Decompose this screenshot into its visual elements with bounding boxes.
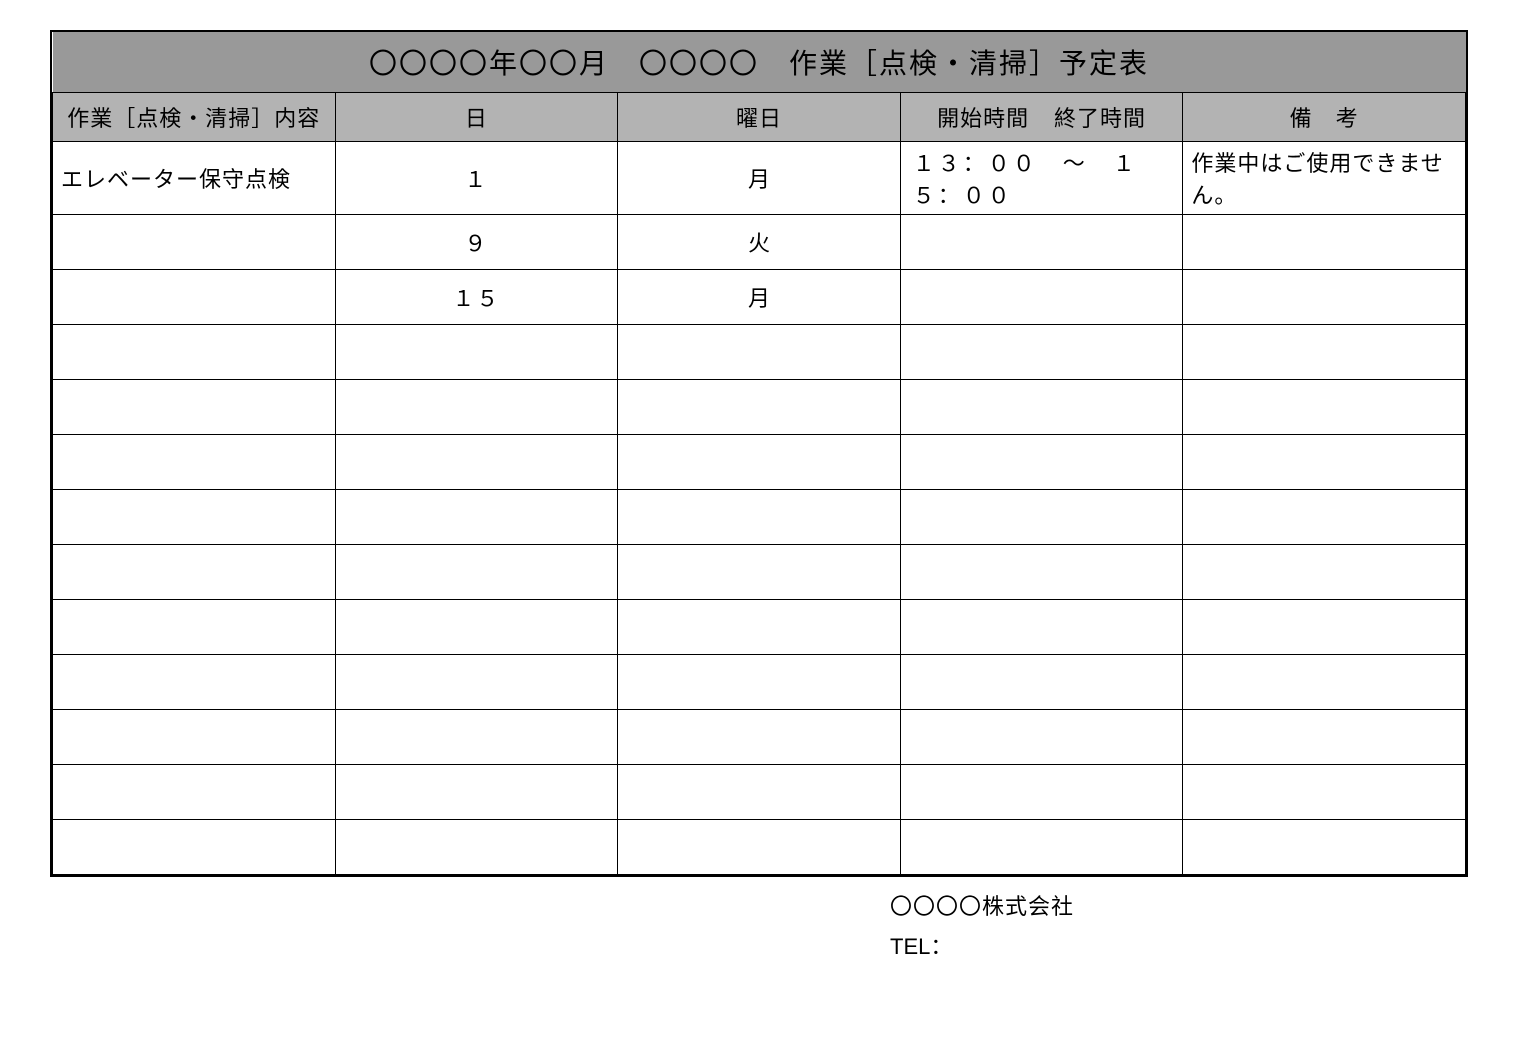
cell-dow (618, 490, 901, 545)
table-row (53, 600, 1466, 655)
cell-content (53, 600, 336, 655)
cell-dow: 月 (618, 270, 901, 325)
cell-note (1183, 490, 1466, 545)
cell-time (900, 215, 1183, 270)
header-note: 備 考 (1183, 93, 1466, 142)
cell-content (53, 545, 336, 600)
cell-content (53, 710, 336, 765)
cell-time: １３：００ ～ １５：００ (900, 142, 1183, 215)
table-row (53, 380, 1466, 435)
cell-note (1183, 765, 1466, 820)
cell-day (335, 655, 618, 710)
cell-content (53, 820, 336, 875)
cell-time (900, 380, 1183, 435)
cell-day (335, 545, 618, 600)
cell-content (53, 490, 336, 545)
page-title: 〇〇〇〇年〇〇月 〇〇〇〇 作業［点検・清掃］予定表 (53, 32, 1466, 93)
cell-dow (618, 765, 901, 820)
table-body: エレベーター保守点検１月１３：００ ～ １５：００作業中はご使用できません。９火… (53, 142, 1466, 875)
cell-note (1183, 325, 1466, 380)
cell-note (1183, 655, 1466, 710)
table-row (53, 325, 1466, 380)
cell-day (335, 380, 618, 435)
table-row (53, 655, 1466, 710)
cell-content (53, 325, 336, 380)
cell-content (53, 215, 336, 270)
cell-time (900, 655, 1183, 710)
header-row: 作業［点検・清掃］内容 日 曜日 開始時間 終了時間 備 考 (53, 93, 1466, 142)
cell-day: １ (335, 142, 618, 215)
header-start-time: 開始時間 (937, 101, 1029, 133)
schedule-table: 〇〇〇〇年〇〇月 〇〇〇〇 作業［点検・清掃］予定表 作業［点検・清掃］内容 日… (52, 32, 1466, 875)
header-time: 開始時間 終了時間 (900, 93, 1183, 142)
table-row: エレベーター保守点検１月１３：００ ～ １５：００作業中はご使用できません。 (53, 142, 1466, 215)
cell-dow (618, 710, 901, 765)
cell-day (335, 765, 618, 820)
schedule-table-container: 〇〇〇〇年〇〇月 〇〇〇〇 作業［点検・清掃］予定表 作業［点検・清掃］内容 日… (50, 30, 1468, 877)
cell-day (335, 600, 618, 655)
cell-dow: 月 (618, 142, 901, 215)
cell-day (335, 325, 618, 380)
cell-content: エレベーター保守点検 (53, 142, 336, 215)
cell-time (900, 270, 1183, 325)
cell-time (900, 710, 1183, 765)
title-row: 〇〇〇〇年〇〇月 〇〇〇〇 作業［点検・清掃］予定表 (53, 32, 1466, 93)
cell-note (1183, 545, 1466, 600)
cell-note (1183, 380, 1466, 435)
tel-label: TEL： (890, 934, 952, 959)
table-row: １５月 (53, 270, 1466, 325)
table-row (53, 435, 1466, 490)
cell-dow (618, 325, 901, 380)
cell-dow (618, 435, 901, 490)
table-row (53, 710, 1466, 765)
cell-day: １５ (335, 270, 618, 325)
cell-day (335, 820, 618, 875)
cell-dow (618, 545, 901, 600)
header-content: 作業［点検・清掃］内容 (53, 93, 336, 142)
cell-time (900, 765, 1183, 820)
cell-day (335, 435, 618, 490)
cell-dow (618, 655, 901, 710)
cell-note (1183, 215, 1466, 270)
cell-note (1183, 820, 1466, 875)
cell-content (53, 435, 336, 490)
header-day: 日 (335, 93, 618, 142)
cell-content (53, 270, 336, 325)
cell-day: ９ (335, 215, 618, 270)
cell-note: 作業中はご使用できません。 (1183, 142, 1466, 215)
table-row (53, 820, 1466, 875)
table-row (53, 545, 1466, 600)
cell-day (335, 710, 618, 765)
cell-dow: 火 (618, 215, 901, 270)
cell-note (1183, 435, 1466, 490)
company-name: 〇〇〇〇株式会社 (890, 887, 1468, 927)
cell-note (1183, 270, 1466, 325)
cell-time (900, 545, 1183, 600)
footer: 〇〇〇〇株式会社 TEL： (50, 887, 1468, 966)
cell-note (1183, 710, 1466, 765)
cell-time (900, 820, 1183, 875)
tel-line: TEL： (890, 927, 1468, 967)
table-row (53, 765, 1466, 820)
header-end-time: 終了時間 (1054, 101, 1146, 133)
cell-dow (618, 820, 901, 875)
table-row: ９火 (53, 215, 1466, 270)
cell-content (53, 765, 336, 820)
cell-dow (618, 380, 901, 435)
cell-dow (618, 600, 901, 655)
cell-time (900, 325, 1183, 380)
header-dow: 曜日 (618, 93, 901, 142)
cell-time (900, 600, 1183, 655)
cell-day (335, 490, 618, 545)
cell-content (53, 655, 336, 710)
table-row (53, 490, 1466, 545)
cell-time (900, 490, 1183, 545)
cell-note (1183, 600, 1466, 655)
cell-time (900, 435, 1183, 490)
cell-content (53, 380, 336, 435)
